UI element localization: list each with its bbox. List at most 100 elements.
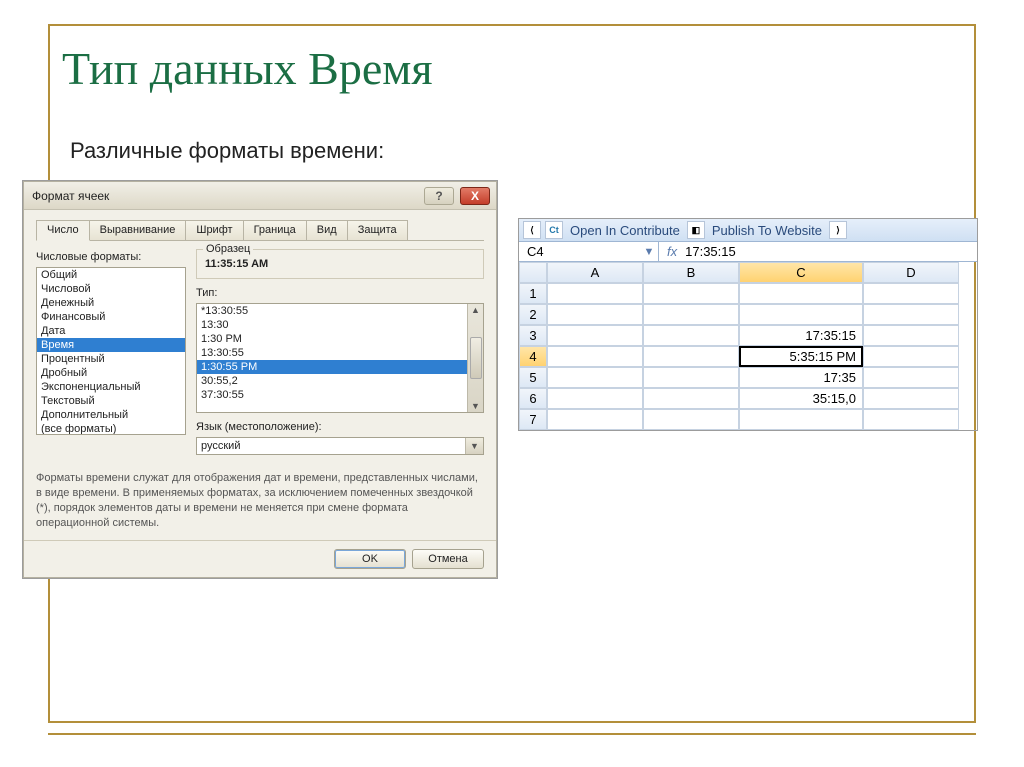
tab-граница[interactable]: Граница: [243, 220, 307, 240]
tab-вид[interactable]: Вид: [306, 220, 348, 240]
formula-bar: C4 ▼ fx 17:35:15: [519, 242, 977, 262]
cell[interactable]: [643, 388, 739, 409]
cell[interactable]: [739, 283, 863, 304]
name-box[interactable]: C4 ▼: [519, 242, 659, 261]
format-item[interactable]: Процентный: [37, 352, 185, 366]
cell[interactable]: [863, 283, 959, 304]
formats-listbox[interactable]: ОбщийЧисловойДенежныйФинансовыйДатаВремя…: [36, 267, 186, 435]
row-header[interactable]: 5: [519, 367, 547, 388]
type-item[interactable]: 37:30:55: [197, 388, 467, 402]
formula-value[interactable]: 17:35:15: [685, 244, 736, 259]
cell[interactable]: [547, 367, 643, 388]
column-header[interactable]: C: [739, 262, 863, 283]
row-header[interactable]: 4: [519, 346, 547, 367]
format-item[interactable]: Время: [37, 338, 185, 352]
ok-button[interactable]: OK: [334, 549, 406, 569]
row-header[interactable]: 6: [519, 388, 547, 409]
scroll-up-icon[interactable]: ▲: [471, 305, 480, 315]
cell[interactable]: [643, 325, 739, 346]
lang-combo[interactable]: русский ▼: [196, 437, 484, 455]
column-header[interactable]: B: [643, 262, 739, 283]
publish-website-link[interactable]: Publish To Website: [709, 223, 825, 238]
scroll-down-icon[interactable]: ▼: [471, 401, 480, 411]
cell[interactable]: [863, 346, 959, 367]
cell[interactable]: [643, 367, 739, 388]
cell[interactable]: [863, 388, 959, 409]
type-item[interactable]: 1:30 PM: [197, 332, 467, 346]
cell[interactable]: [547, 283, 643, 304]
type-item[interactable]: 30:55,2: [197, 374, 467, 388]
cell[interactable]: 17:35: [739, 367, 863, 388]
cell[interactable]: [643, 283, 739, 304]
dialog-titlebar[interactable]: Формат ячеек ? X: [24, 182, 496, 210]
sample-label: Образец: [203, 243, 253, 255]
cell[interactable]: [547, 325, 643, 346]
column-header[interactable]: D: [863, 262, 959, 283]
chevron-down-icon[interactable]: ▼: [640, 246, 658, 258]
format-item[interactable]: Дробный: [37, 366, 185, 380]
cell[interactable]: 35:15,0: [739, 388, 863, 409]
select-all-cell[interactable]: [519, 262, 547, 283]
close-button[interactable]: X: [460, 187, 490, 205]
chevron-down-icon[interactable]: ▼: [465, 438, 483, 454]
contribute-icon[interactable]: Ct: [545, 221, 563, 239]
scrollbar[interactable]: ▲ ▼: [467, 304, 483, 412]
format-item[interactable]: Общий: [37, 268, 185, 282]
cell[interactable]: [739, 409, 863, 430]
help-button[interactable]: ?: [424, 187, 454, 205]
format-item[interactable]: Экспоненциальный: [37, 380, 185, 394]
sample-box: Образец 11:35:15 AM: [196, 249, 484, 279]
format-item[interactable]: (все форматы): [37, 422, 185, 435]
lang-value: русский: [197, 438, 465, 454]
cell[interactable]: [547, 388, 643, 409]
publish-icon[interactable]: ◧: [687, 221, 705, 239]
type-label: Тип:: [196, 287, 484, 299]
row-header[interactable]: 1: [519, 283, 547, 304]
format-description: Форматы времени служат для отображения д…: [36, 471, 484, 530]
next-icon[interactable]: ⟩: [829, 221, 847, 239]
format-item[interactable]: Числовой: [37, 282, 185, 296]
format-item[interactable]: Дополнительный: [37, 408, 185, 422]
type-item[interactable]: 13:30: [197, 318, 467, 332]
scroll-thumb[interactable]: [470, 337, 482, 379]
tab-шрифт[interactable]: Шрифт: [185, 220, 243, 240]
cell[interactable]: [643, 346, 739, 367]
cell[interactable]: [547, 304, 643, 325]
cell[interactable]: [739, 304, 863, 325]
cell[interactable]: [863, 367, 959, 388]
row-header[interactable]: 3: [519, 325, 547, 346]
slide-subtitle: Различные форматы времени:: [70, 138, 384, 164]
row-header[interactable]: 7: [519, 409, 547, 430]
type-listbox[interactable]: *13:30:5513:301:30 PM13:30:551:30:55 PM3…: [196, 303, 484, 413]
cell[interactable]: [863, 409, 959, 430]
cell[interactable]: [863, 304, 959, 325]
cell[interactable]: [863, 325, 959, 346]
cancel-button[interactable]: Отмена: [412, 549, 484, 569]
format-item[interactable]: Дата: [37, 324, 185, 338]
format-item[interactable]: Денежный: [37, 296, 185, 310]
tab-выравнивание[interactable]: Выравнивание: [89, 220, 187, 240]
cell[interactable]: 17:35:15: [739, 325, 863, 346]
cell[interactable]: [643, 409, 739, 430]
tab-strip: ЧислоВыравниваниеШрифтГраницаВидЗащита: [36, 220, 484, 241]
dialog-title: Формат ячеек: [32, 189, 424, 203]
spreadsheet-grid[interactable]: ABCD 123 17:35:15 4 5:35:15 PM 5 17:35 6 35:15,0…: [519, 262, 977, 430]
open-contribute-link[interactable]: Open In Contribute: [567, 223, 683, 238]
column-header[interactable]: A: [547, 262, 643, 283]
row-header[interactable]: 2: [519, 304, 547, 325]
cell[interactable]: [643, 304, 739, 325]
format-item[interactable]: Финансовый: [37, 310, 185, 324]
type-item[interactable]: 1:30:55 PM: [197, 360, 467, 374]
type-item[interactable]: *13:30:55: [197, 304, 467, 318]
fx-icon[interactable]: fx: [667, 244, 677, 259]
cell[interactable]: [547, 409, 643, 430]
format-item[interactable]: Текстовый: [37, 394, 185, 408]
lang-label: Язык (местоположение):: [196, 421, 484, 433]
name-box-value: C4: [527, 244, 544, 259]
tab-защита[interactable]: Защита: [347, 220, 408, 240]
type-item[interactable]: 13:30:55: [197, 346, 467, 360]
prev-icon[interactable]: ⟨: [523, 221, 541, 239]
cell[interactable]: [547, 346, 643, 367]
tab-число[interactable]: Число: [36, 220, 90, 241]
cell[interactable]: 5:35:15 PM: [739, 346, 863, 367]
